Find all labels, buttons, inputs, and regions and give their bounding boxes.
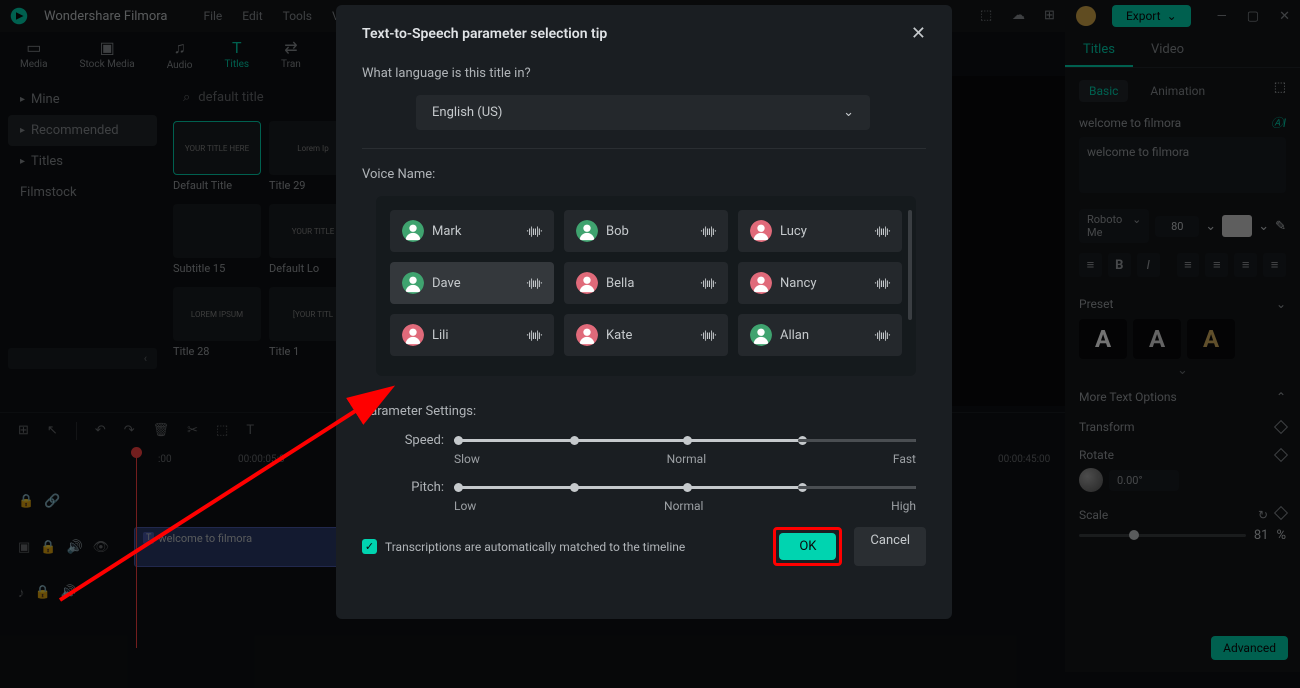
voice-avatar-icon bbox=[750, 324, 772, 346]
voice-card-bob[interactable]: Bob ·ı|ıı|ı· bbox=[564, 210, 728, 252]
voice-avatar-icon bbox=[402, 272, 424, 294]
voice-scrollbar[interactable] bbox=[908, 210, 912, 320]
voice-name-label: Voice Name: bbox=[362, 167, 926, 182]
voice-card-lucy[interactable]: Lucy ·ı|ıı|ı· bbox=[738, 210, 902, 252]
waveform-icon: ·ı|ıı|ı· bbox=[700, 276, 716, 290]
pitch-label: Pitch: bbox=[398, 480, 454, 495]
modal-title: Text-to-Speech parameter selection tip bbox=[362, 26, 607, 42]
voice-avatar-icon bbox=[750, 272, 772, 294]
language-question: What language is this title in? bbox=[362, 66, 926, 81]
ok-highlight: OK bbox=[773, 527, 842, 566]
language-select[interactable]: English (US)⌄ bbox=[416, 95, 870, 130]
waveform-icon: ·ı|ıı|ı· bbox=[700, 328, 716, 342]
speed-slider[interactable] bbox=[454, 439, 916, 442]
voice-name-label: Lucy bbox=[780, 224, 866, 239]
tts-modal: Text-to-Speech parameter selection tip ✕… bbox=[336, 5, 952, 619]
speed-label: Speed: bbox=[398, 433, 454, 448]
voice-card-dave[interactable]: Dave ·ı|ıı|ı· bbox=[390, 262, 554, 304]
chevron-down-icon: ⌄ bbox=[843, 105, 854, 120]
voice-name-label: Dave bbox=[432, 276, 518, 291]
parameter-settings-label: Parameter Settings: bbox=[362, 404, 926, 419]
ok-button[interactable]: OK bbox=[779, 533, 836, 560]
cancel-button[interactable]: Cancel bbox=[854, 527, 926, 566]
voice-name-label: Bella bbox=[606, 276, 692, 291]
pitch-slider[interactable] bbox=[454, 486, 916, 489]
transcription-checkbox-row[interactable]: ✓ Transcriptions are automatically match… bbox=[362, 539, 685, 554]
checkbox-icon[interactable]: ✓ bbox=[362, 539, 377, 554]
voice-card-bella[interactable]: Bella ·ı|ıı|ı· bbox=[564, 262, 728, 304]
voice-card-lili[interactable]: Lili ·ı|ıı|ı· bbox=[390, 314, 554, 356]
close-icon[interactable]: ✕ bbox=[911, 23, 926, 44]
voice-card-kate[interactable]: Kate ·ı|ıı|ı· bbox=[564, 314, 728, 356]
waveform-icon: ·ı|ıı|ı· bbox=[874, 328, 890, 342]
speed-low: Slow bbox=[454, 452, 480, 466]
voice-name-label: Nancy bbox=[780, 276, 866, 291]
waveform-icon: ·ı|ıı|ı· bbox=[526, 276, 542, 290]
waveform-icon: ·ı|ıı|ı· bbox=[874, 224, 890, 238]
voice-name-label: Kate bbox=[606, 328, 692, 343]
pitch-low: Low bbox=[454, 499, 476, 513]
waveform-icon: ·ı|ıı|ı· bbox=[526, 328, 542, 342]
waveform-icon: ·ı|ıı|ı· bbox=[700, 224, 716, 238]
voice-name-label: Lili bbox=[432, 328, 518, 343]
voice-card-mark[interactable]: Mark ·ı|ıı|ı· bbox=[390, 210, 554, 252]
speed-high: Fast bbox=[893, 452, 916, 466]
pitch-mid: Normal bbox=[664, 499, 703, 513]
voice-avatar-icon bbox=[576, 220, 598, 242]
voice-name-label: Bob bbox=[606, 224, 692, 239]
voice-avatar-icon bbox=[402, 324, 424, 346]
voice-name-label: Allan bbox=[780, 328, 866, 343]
pitch-high: High bbox=[891, 499, 916, 513]
voice-avatar-icon bbox=[576, 324, 598, 346]
voice-card-allan[interactable]: Allan ·ı|ıı|ı· bbox=[738, 314, 902, 356]
voice-avatar-icon bbox=[750, 220, 772, 242]
voice-card-nancy[interactable]: Nancy ·ı|ıı|ı· bbox=[738, 262, 902, 304]
voice-avatar-icon bbox=[576, 272, 598, 294]
voice-name-label: Mark bbox=[432, 224, 518, 239]
waveform-icon: ·ı|ıı|ı· bbox=[526, 224, 542, 238]
waveform-icon: ·ı|ıı|ı· bbox=[874, 276, 890, 290]
speed-mid: Normal bbox=[667, 452, 706, 466]
voice-avatar-icon bbox=[402, 220, 424, 242]
voice-selection-box: Mark ·ı|ıı|ı· Bob ·ı|ıı|ı· Lucy ·ı|ıı|ı· Dave ·… bbox=[376, 196, 916, 376]
